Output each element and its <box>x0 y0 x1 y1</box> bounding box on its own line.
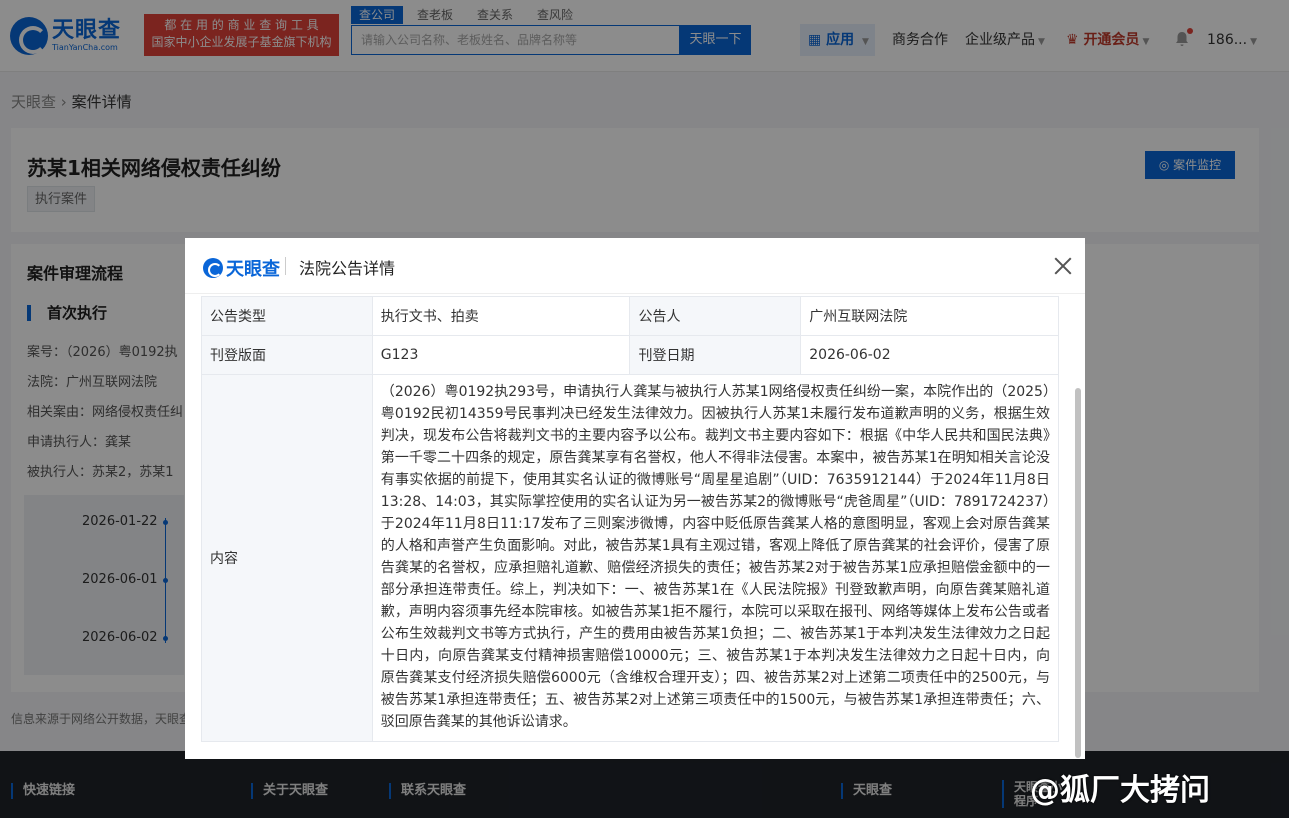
modal-header: 天眼查 法院公告详情 <box>185 238 1085 294</box>
label-content: 内容 <box>201 374 373 742</box>
value-publish-date: 2026-06-02 <box>800 335 1059 375</box>
table-row: 公告类型 执行文书、拍卖 公告人 广州互联网法院 <box>201 296 1059 336</box>
label-page: 刊登版面 <box>201 335 373 375</box>
value-page: G123 <box>371 335 631 375</box>
weibo-watermark: @狐厂大拷问 <box>1030 773 1210 808</box>
label-publish-date: 刊登日期 <box>629 335 802 375</box>
modal-logo-text: 天眼查 <box>226 259 280 280</box>
table-row: 刊登版面 G123 刊登日期 2026-06-02 <box>201 335 1059 375</box>
value-publisher: 广州互联网法院 <box>800 296 1059 336</box>
logo-eye-icon <box>203 258 223 278</box>
modal-logo: 天眼查 <box>203 255 280 281</box>
label-notice-type: 公告类型 <box>201 296 373 336</box>
header-divider <box>285 257 286 275</box>
label-publisher: 公告人 <box>629 296 802 336</box>
modal-title: 法院公告详情 <box>299 259 396 278</box>
value-content: （2026）粤0192执293号，申请执行人龚某与被执行人苏某1网络侵权责任纠纷… <box>371 374 1060 742</box>
modal-scrollbar[interactable] <box>1075 388 1081 758</box>
close-icon[interactable] <box>1051 254 1075 278</box>
notice-detail-table: 公告类型 执行文书、拍卖 公告人 广州互联网法院 刊登版面 G123 刊登日期 … <box>201 296 1060 742</box>
value-notice-type: 执行文书、拍卖 <box>371 296 631 336</box>
court-notice-modal: 天眼查 法院公告详情 公告类型 执行文书、拍卖 公告人 广州互联网法院 刊登版面… <box>185 238 1085 759</box>
table-row: 内容 （2026）粤0192执293号，申请执行人龚某与被执行人苏某1网络侵权责… <box>201 374 1060 742</box>
